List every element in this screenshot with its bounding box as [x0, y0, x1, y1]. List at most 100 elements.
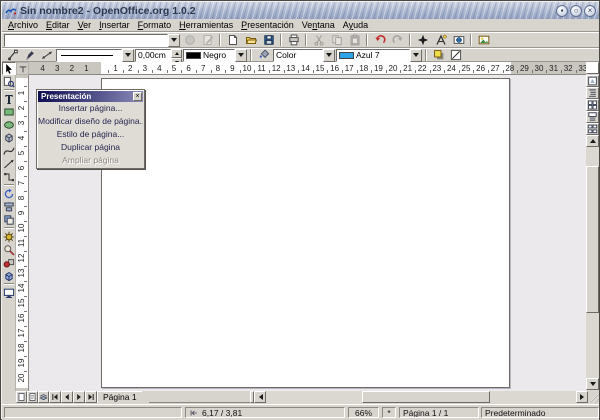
menu-editar[interactable]: Editar: [42, 20, 74, 30]
arrange-tool[interactable]: [2, 213, 16, 226]
ruler-corner-button[interactable]: [586, 62, 599, 74]
shadow-button[interactable]: [430, 48, 447, 62]
object-3d-controller-tool[interactable]: [2, 269, 16, 282]
hruler-number: 2: [124, 64, 136, 73]
scroll-left-button[interactable]: [254, 391, 266, 403]
status-zoom-field[interactable]: 66%: [348, 407, 379, 418]
arrow-ends-button[interactable]: [38, 48, 55, 62]
status-modified-field[interactable]: *: [382, 407, 396, 418]
vruler-number: 12: [17, 252, 27, 264]
gallery-button[interactable]: [475, 33, 492, 47]
pen-line-button[interactable]: [21, 48, 38, 62]
effects-tool[interactable]: [2, 230, 16, 243]
ellipse-tool[interactable]: [2, 118, 16, 131]
slides-view-button[interactable]: [586, 99, 599, 111]
line-width-spinner[interactable]: 0,00cm: [135, 49, 182, 62]
presentation-tool[interactable]: [2, 286, 16, 299]
panel-item-estilo-de-p-gina[interactable]: Estilo de página...: [38, 128, 143, 141]
first-page-button[interactable]: [49, 391, 61, 403]
curve-tool[interactable]: [2, 144, 16, 157]
line-color-combo[interactable]: Negro: [183, 49, 247, 62]
menu-herramientas[interactable]: Herramientas: [175, 20, 237, 30]
fill-color-combo[interactable]: Azul 7: [336, 49, 422, 62]
status-position-field[interactable]: 6,17 / 3,81: [185, 407, 345, 418]
line-style-combo[interactable]: [56, 49, 134, 62]
navigator-button[interactable]: [414, 33, 431, 47]
menu-insertar[interactable]: Insertar: [95, 20, 134, 30]
scroll-up-button[interactable]: [586, 135, 599, 147]
new-document-button[interactable]: [224, 33, 241, 47]
select-tool[interactable]: [2, 62, 16, 75]
panel-close-icon[interactable]: ×: [133, 92, 142, 101]
notes-view-button[interactable]: [586, 111, 599, 123]
horizontal-scroll-track[interactable]: [266, 391, 576, 403]
zoom-tool[interactable]: [2, 75, 16, 88]
vruler-number: 14: [17, 282, 27, 294]
close-button[interactable]: ×: [584, 5, 596, 17]
fill-color-dropdown[interactable]: [410, 49, 422, 62]
scroll-right-button[interactable]: [576, 391, 588, 403]
next-page-button[interactable]: [73, 391, 85, 403]
line-color-dropdown[interactable]: [235, 49, 247, 62]
layer-mode-button[interactable]: [38, 391, 49, 403]
fill-bucket-button[interactable]: [255, 48, 272, 62]
scroll-down-button[interactable]: [586, 378, 599, 390]
menu-archivo[interactable]: Archivo: [4, 20, 42, 30]
rotate-tool[interactable]: [2, 187, 16, 200]
rectangle-tool[interactable]: [2, 105, 16, 118]
vertical-ruler[interactable]: 1234567891011121314151617181920: [16, 75, 29, 391]
hyperlink-bar-button[interactable]: [450, 33, 467, 47]
fill-type-combo[interactable]: Color: [273, 49, 335, 62]
prev-page-button[interactable]: [61, 391, 73, 403]
resize-grip[interactable]: [588, 391, 599, 403]
line-style-dropdown[interactable]: [122, 49, 134, 62]
open-file-button[interactable]: [242, 33, 259, 47]
line-width-up-button[interactable]: [171, 49, 182, 58]
panel-item-modificar-dise-o-de-p-gina[interactable]: Modificar diseño de página...: [38, 115, 143, 128]
last-page-button[interactable]: [85, 391, 97, 403]
status-page-field[interactable]: Página 1 / 1: [399, 407, 479, 418]
maximize-button[interactable]: ○: [570, 5, 582, 17]
slide-page[interactable]: [101, 78, 510, 388]
line-dialog-button[interactable]: [447, 48, 464, 62]
object-3d-tool[interactable]: [2, 131, 16, 144]
horizontal-ruler[interactable]: 4321123456789101112131415161718192021222…: [29, 62, 586, 75]
line-width-value[interactable]: 0,00cm: [135, 49, 171, 62]
status-style-field[interactable]: Predeterminado: [481, 407, 599, 418]
outline-view-button[interactable]: [586, 87, 599, 99]
stylist-button[interactable]: [432, 33, 449, 47]
menu-presentacin[interactable]: Presentación: [237, 20, 298, 30]
menu-formato[interactable]: Formato: [134, 20, 176, 30]
alignment-tool[interactable]: [2, 200, 16, 213]
vertical-scroll-thumb[interactable]: [586, 166, 599, 313]
drawing-view-button[interactable]: [586, 75, 599, 87]
page-mode-button[interactable]: [16, 391, 27, 403]
url-combo[interactable]: [4, 34, 180, 47]
line-tool[interactable]: [2, 157, 16, 170]
horizontal-scroll-thumb[interactable]: [362, 391, 490, 403]
connector-tool[interactable]: [2, 170, 16, 183]
master-mode-button[interactable]: [27, 391, 38, 403]
minimize-button[interactable]: ▪: [556, 5, 568, 17]
ruler-origin-button[interactable]: [16, 62, 29, 75]
presentation-panel-title: Presentación: [41, 92, 133, 101]
edit-points-button[interactable]: [4, 48, 21, 62]
presentation-panel-titlebar[interactable]: Presentación ×: [38, 91, 143, 102]
interaction-tool[interactable]: [2, 243, 16, 256]
page-tab[interactable]: Página 1: [97, 391, 149, 403]
text-tool[interactable]: [2, 92, 16, 105]
undo-button[interactable]: [371, 33, 388, 47]
print-document-button[interactable]: [285, 33, 302, 47]
panel-item-duplicar-p-gina[interactable]: Duplicar página: [38, 141, 143, 154]
menu-ventana[interactable]: Ventana: [298, 20, 339, 30]
url-dropdown-button[interactable]: [168, 34, 180, 47]
fill-type-dropdown[interactable]: [323, 49, 335, 62]
title-bar[interactable]: Sin nombre2 - OpenOffice.org 1.0.2 ▪○×: [2, 2, 599, 19]
save-document-button[interactable]: [260, 33, 277, 47]
handout-view-button[interactable]: [586, 123, 599, 135]
panel-item-insertar-p-gina[interactable]: Insertar página...: [38, 102, 143, 115]
url-input[interactable]: [4, 34, 168, 47]
menu-ver[interactable]: Ver: [74, 20, 96, 30]
animation-tool[interactable]: [2, 256, 16, 269]
menu-ayuda[interactable]: Ayuda: [339, 20, 372, 30]
